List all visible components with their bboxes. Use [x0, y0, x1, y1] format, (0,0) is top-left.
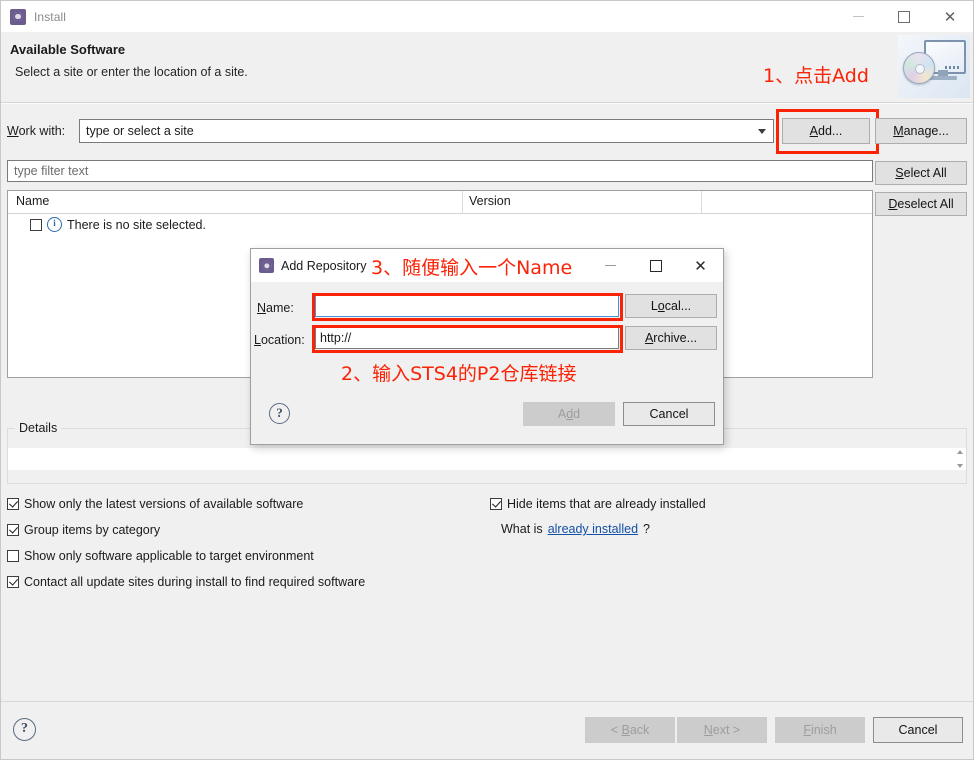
- window-controls: ✕: [835, 1, 973, 32]
- dialog-cancel-button[interactable]: Cancel: [623, 402, 715, 426]
- window-titlebar: Install ✕: [1, 1, 973, 32]
- option-hide-installed[interactable]: Hide items that are already installed: [490, 497, 706, 511]
- dialog-question-mark-icon[interactable]: ?: [269, 403, 290, 424]
- what-is-suffix: ?: [643, 522, 650, 536]
- table-row[interactable]: i There is no site selected.: [30, 217, 206, 232]
- triangle-up-icon[interactable]: [956, 450, 963, 454]
- minimize-button[interactable]: [835, 1, 881, 32]
- option-show-applicable-target[interactable]: Show only software applicable to target …: [7, 549, 314, 563]
- table-header: Name Version: [8, 191, 872, 214]
- page-subtitle: Select a site or enter the location of a…: [15, 65, 248, 79]
- dialog-add-button[interactable]: Add: [523, 402, 615, 426]
- what-is-already-installed: What is already installed?: [501, 522, 650, 536]
- info-icon: i: [47, 217, 62, 232]
- dialog-close-icon[interactable]: ✕: [678, 249, 723, 282]
- option-contact-update-sites[interactable]: Contact all update sites during install …: [7, 575, 365, 589]
- page-title: Available Software: [10, 42, 126, 57]
- location-label: Location:: [254, 333, 305, 347]
- row-checkbox[interactable]: [30, 218, 42, 231]
- window-title: Install: [34, 9, 67, 24]
- already-installed-link[interactable]: already installed: [548, 522, 638, 536]
- work-with-label-rest: ork with:: [18, 124, 66, 138]
- work-with-value: type or select a site: [86, 124, 194, 138]
- details-text[interactable]: [8, 448, 966, 470]
- manage-button[interactable]: Manage...: [875, 118, 967, 144]
- dialog-cancel-label: Cancel: [649, 407, 689, 421]
- filter-placeholder: type filter text: [14, 164, 89, 178]
- row-label: There is no site selected.: [67, 217, 206, 232]
- checkbox[interactable]: [7, 550, 19, 562]
- dialog-window-controls: ✕: [588, 249, 723, 282]
- local-button[interactable]: Local...: [625, 294, 717, 318]
- option-label: Show only the latest versions of availab…: [24, 497, 304, 511]
- option-label: Group items by category: [24, 523, 161, 537]
- location-value: http://: [320, 330, 352, 345]
- option-label: Contact all update sites during install …: [24, 575, 366, 589]
- checkbox[interactable]: [490, 498, 502, 510]
- back-button[interactable]: < Back: [585, 717, 675, 743]
- name-label: Name:: [257, 301, 294, 315]
- eclipse-install-icon: [259, 258, 274, 273]
- option-label: Hide items that are already installed: [507, 497, 706, 511]
- cancel-button[interactable]: Cancel: [873, 717, 963, 743]
- dialog-minimize-button[interactable]: [588, 249, 633, 282]
- eclipse-install-icon: [10, 8, 26, 25]
- column-divider-1[interactable]: [462, 191, 463, 213]
- select-all-button[interactable]: Select All: [875, 161, 967, 185]
- option-label: Show only software applicable to target …: [24, 549, 314, 563]
- close-icon[interactable]: ✕: [927, 1, 973, 32]
- checkbox[interactable]: [7, 576, 19, 588]
- add-button[interactable]: Add...: [782, 118, 870, 144]
- name-input[interactable]: [315, 294, 619, 317]
- filter-input[interactable]: type filter text: [7, 160, 873, 182]
- column-header-version[interactable]: Version: [469, 194, 511, 208]
- archive-button[interactable]: Archive...: [625, 326, 717, 350]
- annotation-step-2: 2、输入STS4的P2仓库链接: [341, 363, 577, 385]
- install-wizard-window: Install ✕ Available Software Select a si…: [0, 0, 974, 760]
- details-scrollbar[interactable]: [954, 448, 965, 470]
- location-input[interactable]: http://: [315, 326, 619, 349]
- question-mark-icon[interactable]: ?: [13, 718, 36, 741]
- monitor-with-cd-icon: [898, 35, 970, 98]
- option-show-latest-versions[interactable]: Show only the latest versions of availab…: [7, 497, 303, 511]
- checkbox[interactable]: [7, 498, 19, 510]
- what-is-prefix: What is: [501, 522, 543, 536]
- finish-button[interactable]: Finish: [775, 717, 865, 743]
- cancel-label: Cancel: [898, 723, 938, 737]
- triangle-down-icon[interactable]: [956, 464, 963, 468]
- next-button[interactable]: Next >: [677, 717, 767, 743]
- header-divider-highlight: [1, 103, 973, 104]
- work-with-label: Work with:: [7, 124, 65, 138]
- work-with-combobox[interactable]: type or select a site: [79, 119, 774, 143]
- maximize-button[interactable]: [881, 1, 927, 32]
- details-legend: Details: [15, 421, 62, 435]
- deselect-all-button[interactable]: Deselect All: [875, 192, 967, 216]
- annotation-step-3: 3、随便输入一个Name: [371, 257, 573, 279]
- footer-divider: [1, 701, 973, 702]
- work-with-label-mnemonic: W: [7, 124, 19, 138]
- checkbox[interactable]: [7, 524, 19, 536]
- dialog-maximize-button[interactable]: [633, 249, 678, 282]
- dialog-title: Add Repository: [281, 258, 367, 273]
- chevron-down-icon[interactable]: [758, 129, 766, 134]
- column-divider-2[interactable]: [701, 191, 702, 213]
- column-header-name[interactable]: Name: [16, 194, 49, 208]
- annotation-step-1: 1、点击Add: [763, 65, 869, 87]
- option-group-by-category[interactable]: Group items by category: [7, 523, 160, 537]
